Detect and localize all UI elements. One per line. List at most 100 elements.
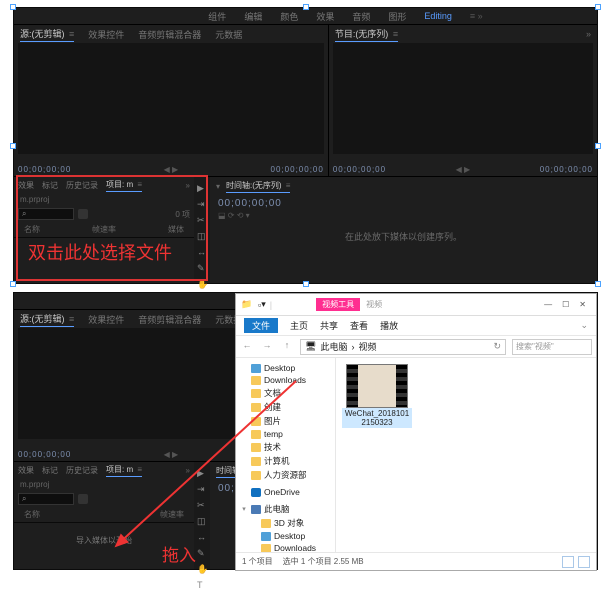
project-bin-area[interactable]: 导入媒体以开始 <box>18 514 190 567</box>
menu-item[interactable]: 颜色 <box>280 10 298 23</box>
tab-effects[interactable]: 效果 <box>18 180 34 191</box>
tab-metadata[interactable]: 元数据 <box>215 28 242 41</box>
workspace-overflow-icon[interactable]: ≡ » <box>470 11 483 21</box>
tree-item--[interactable]: 图片 <box>238 414 333 428</box>
tree-item--[interactable]: 文档 <box>238 386 333 400</box>
source-fit-controls[interactable]: ◀ ▶ <box>164 165 179 174</box>
tree-item--[interactable]: ▾此电脑 <box>238 502 333 516</box>
project-bin-area[interactable] <box>18 229 190 280</box>
slip-tool-icon[interactable]: ↔ <box>197 532 207 542</box>
timeline-track-controls[interactable]: ⬓ ⟳ ⟲ ▾ <box>210 211 597 220</box>
breadcrumb-folder[interactable]: 视频 <box>358 340 376 353</box>
ripple-tool-icon[interactable]: ✂ <box>197 500 207 510</box>
program-monitor-viewport[interactable] <box>333 43 593 154</box>
view-details-icon[interactable] <box>562 556 574 568</box>
nav-up-button[interactable]: ↑ <box>280 340 294 354</box>
panel-overflow-icon[interactable]: » <box>186 466 190 475</box>
tab-markers[interactable]: 标记 <box>42 180 58 191</box>
explorer-nav-tree[interactable]: DesktopDownloads文档创建图片temp技术计算机人力资源部OneD… <box>236 358 336 552</box>
tree-item--[interactable]: 计算机 <box>238 454 333 468</box>
tree-item-onedrive[interactable]: OneDrive <box>238 486 333 498</box>
panel-overflow-icon[interactable]: » <box>586 29 591 39</box>
slip-tool-icon[interactable]: ↔ <box>197 247 207 257</box>
timeline-timecode[interactable]: 00;00;00;00 <box>210 196 597 211</box>
tab-history[interactable]: 历史记录 <box>66 465 98 476</box>
contextual-tab-video-tools[interactable]: 视频工具 <box>316 298 360 311</box>
ribbon-tab-view[interactable]: 查看 <box>350 319 368 332</box>
tree-item-downloads[interactable]: Downloads <box>238 542 333 552</box>
selection-handle[interactable] <box>10 143 16 149</box>
tab-audio-mixer[interactable]: 音频剪辑混合器 <box>138 313 201 326</box>
menu-item[interactable]: 音频 <box>352 10 370 23</box>
menu-item[interactable]: 效果 <box>316 10 334 23</box>
tab-effect-controls[interactable]: 效果控件 <box>88 28 124 41</box>
tree-item-desktop[interactable]: Desktop <box>238 530 333 542</box>
explorer-titlebar[interactable]: 📁 ▫ ▾ | 视频工具 视频 — ☐ ✕ <box>236 294 596 316</box>
selection-handle[interactable] <box>303 281 309 287</box>
razor-tool-icon[interactable]: ◫ <box>197 516 207 526</box>
track-select-tool-icon[interactable]: ⇥ <box>197 484 207 494</box>
tab-timeline[interactable]: 时间轴:(无序列) ≡ <box>226 180 290 193</box>
file-explorer-window[interactable]: 📁 ▫ ▾ | 视频工具 视频 — ☐ ✕ 文件 主页 共享 查看 播放 ⌄ ←… <box>235 293 597 571</box>
tree-item-desktop[interactable]: Desktop <box>238 362 333 374</box>
workspace-label-editing[interactable]: Editing <box>424 11 452 21</box>
video-file-item[interactable]: WeChat_20181012150323 <box>342 364 412 428</box>
marker-icon[interactable]: ▾ <box>216 182 220 191</box>
close-icon[interactable]: ≡ <box>67 29 75 39</box>
selection-handle[interactable] <box>10 281 16 287</box>
selection-handle[interactable] <box>595 281 601 287</box>
selection-handle[interactable] <box>595 143 601 149</box>
tab-source[interactable]: 源:(无剪辑) ≡ <box>20 312 74 327</box>
selection-tool-icon[interactable]: ▶ <box>197 468 207 478</box>
tree-caret-icon[interactable]: ▾ <box>240 505 248 513</box>
selection-tool-icon[interactable]: ▶ <box>197 183 207 193</box>
tab-history[interactable]: 历史记录 <box>66 180 98 191</box>
quick-access-dropdown-icon[interactable]: ▾ <box>261 299 266 310</box>
refresh-icon[interactable]: ↻ <box>493 341 501 352</box>
track-select-tool-icon[interactable]: ⇥ <box>197 199 207 209</box>
close-button[interactable]: ✕ <box>579 300 586 309</box>
tab-markers[interactable]: 标记 <box>42 465 58 476</box>
explorer-content-area[interactable]: WeChat_20181012150323 <box>336 358 596 552</box>
ribbon-expand-icon[interactable]: ⌄ <box>580 320 588 331</box>
hand-tool-icon[interactable]: ✋ <box>197 564 207 574</box>
tab-project[interactable]: 项目: m ≡ <box>106 464 142 477</box>
tab-effect-controls[interactable]: 效果控件 <box>88 313 124 326</box>
hand-tool-icon[interactable]: ✋ <box>197 279 207 289</box>
tab-program[interactable]: 节目:(无序列) ≡ <box>335 27 398 42</box>
ribbon-tab-play[interactable]: 播放 <box>380 319 398 332</box>
address-path[interactable]: 🖥 此电脑 › 视频 ↻ <box>300 339 506 355</box>
tree-item-temp[interactable]: temp <box>238 428 333 440</box>
tab-effects[interactable]: 效果 <box>18 465 34 476</box>
panel-menu-icon[interactable]: ≡ <box>390 29 398 39</box>
ripple-tool-icon[interactable]: ✂ <box>197 215 207 225</box>
minimize-button[interactable]: — <box>544 300 552 309</box>
source-monitor-viewport[interactable] <box>18 43 324 154</box>
explorer-search-input[interactable]: 搜索"视频" <box>512 339 592 355</box>
tree-item-downloads[interactable]: Downloads <box>238 374 333 386</box>
program-fit-controls[interactable]: ◀ ▶ <box>456 165 471 174</box>
selection-handle[interactable] <box>10 4 16 10</box>
bin-icon[interactable] <box>78 494 88 504</box>
tab-source[interactable]: 源:(无剪辑) ≡ <box>20 27 74 42</box>
menu-item[interactable]: 组件 <box>208 10 226 23</box>
bin-icon[interactable] <box>78 209 88 219</box>
view-large-icons-icon[interactable] <box>578 556 590 568</box>
tree-item--[interactable]: 创建 <box>238 400 333 414</box>
tab-project[interactable]: 项目: m ≡ <box>106 179 142 192</box>
selection-handle[interactable] <box>595 4 601 10</box>
tree-item-3d-[interactable]: 3D 对象 <box>238 516 333 530</box>
maximize-button[interactable]: ☐ <box>562 300 569 309</box>
pen-tool-icon[interactable]: ✎ <box>197 263 207 273</box>
pen-tool-icon[interactable]: ✎ <box>197 548 207 558</box>
menu-item[interactable]: 图形 <box>388 10 406 23</box>
tab-audio-mixer[interactable]: 音频剪辑混合器 <box>138 28 201 41</box>
tree-item--[interactable]: 人力资源部 <box>238 468 333 482</box>
selection-handle[interactable] <box>303 4 309 10</box>
tree-item--[interactable]: 技术 <box>238 440 333 454</box>
ribbon-tab-share[interactable]: 共享 <box>320 319 338 332</box>
razor-tool-icon[interactable]: ◫ <box>197 231 207 241</box>
source-fit-controls[interactable]: ◀ ▶ <box>164 450 179 459</box>
project-search-input[interactable]: ⌕ <box>18 208 74 220</box>
ribbon-tab-home[interactable]: 主页 <box>290 319 308 332</box>
